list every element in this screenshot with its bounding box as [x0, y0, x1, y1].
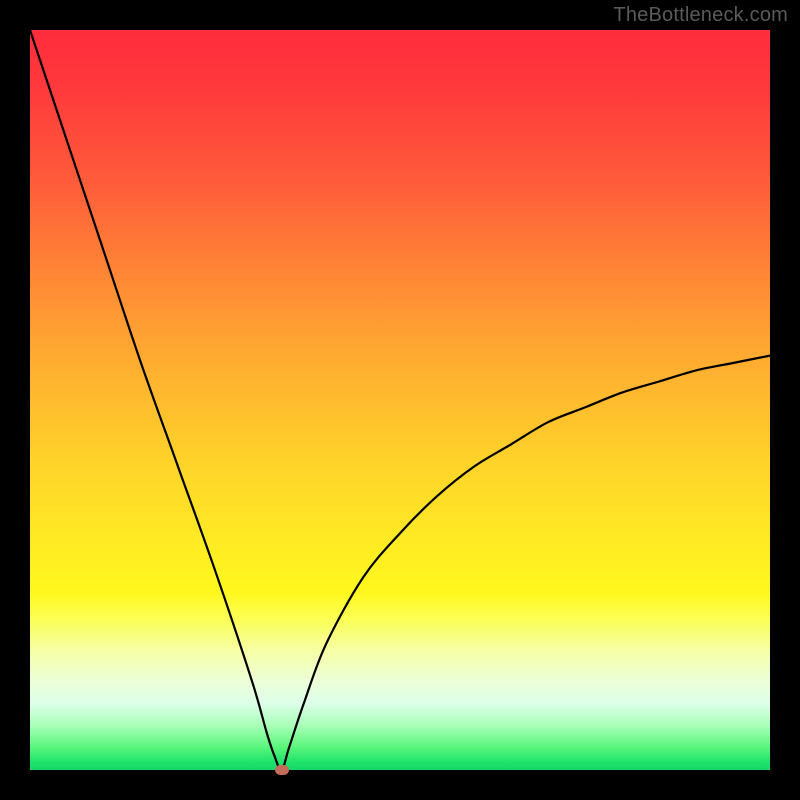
optimal-point-marker	[275, 765, 289, 775]
plot-gradient-background	[30, 30, 770, 770]
chart-frame: TheBottleneck.com	[0, 0, 800, 800]
watermark-text: TheBottleneck.com	[613, 4, 788, 27]
